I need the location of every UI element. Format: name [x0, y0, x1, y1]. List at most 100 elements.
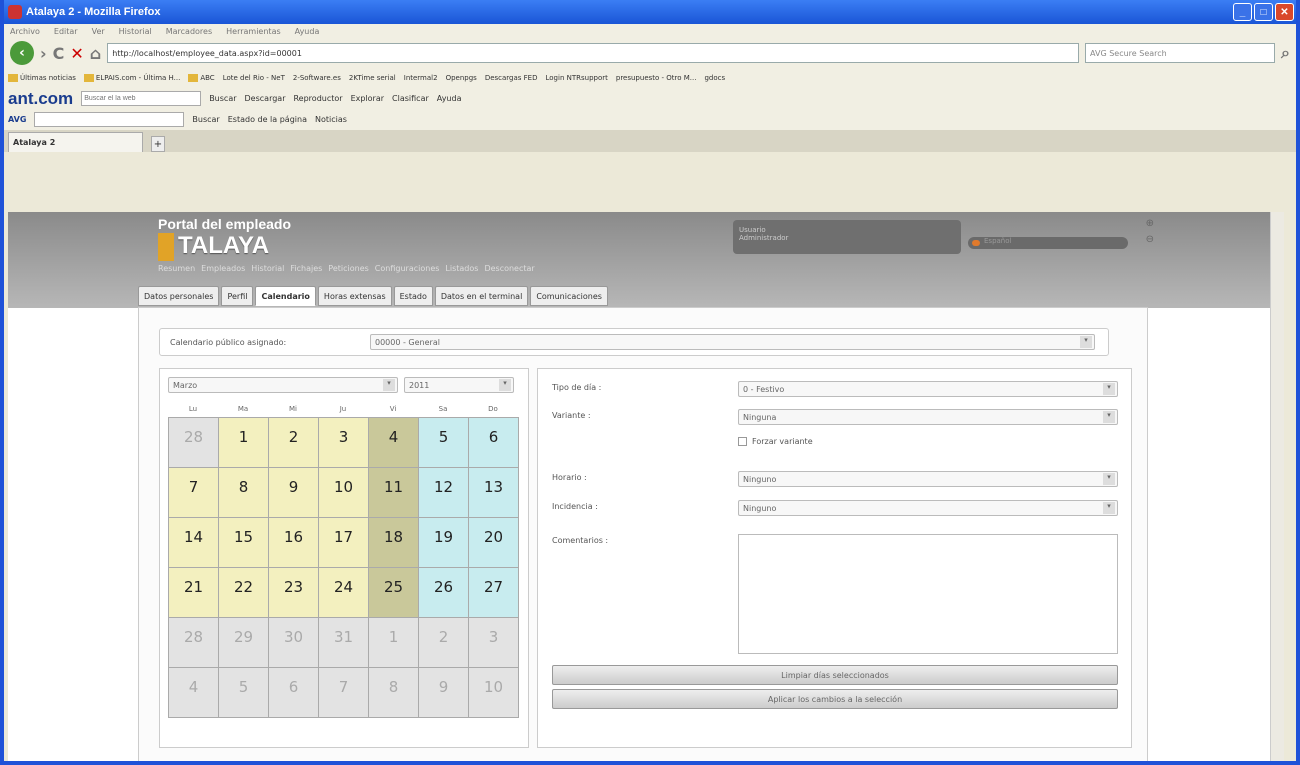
calendar-day-cell[interactable]: 25 — [369, 568, 419, 618]
calendar-day-cell[interactable]: 9 — [269, 468, 319, 518]
public-calendar-select[interactable]: 00000 - General — [370, 334, 1095, 350]
search-box[interactable]: AVG Secure Search — [1085, 43, 1276, 63]
ant-help-button[interactable]: Ayuda — [437, 94, 462, 103]
calendar-day-cell[interactable]: 1 — [369, 618, 419, 668]
bookmark-item[interactable]: 2-Software.es — [293, 74, 341, 82]
calendar-day-cell[interactable]: 8 — [369, 668, 419, 718]
calendar-day-cell[interactable]: 20 — [469, 518, 519, 568]
avg-page-status-button[interactable]: Estado de la página — [228, 115, 307, 124]
calendar-day-cell[interactable]: 4 — [369, 418, 419, 468]
ant-explore-button[interactable]: Explorar — [351, 94, 384, 103]
menu-edit[interactable]: Editar — [54, 27, 78, 36]
tab-terminal-data[interactable]: Datos en el terminal — [434, 286, 529, 306]
calendar-day-cell[interactable]: 28 — [169, 418, 219, 468]
year-select[interactable]: 2011 — [404, 377, 514, 393]
calendar-day-cell[interactable]: 7 — [319, 668, 369, 718]
url-bar[interactable]: http://localhost/employee_data.aspx?id=0… — [107, 43, 1080, 63]
calendar-day-cell[interactable]: 1 — [219, 418, 269, 468]
incidence-select[interactable]: Ninguno — [738, 500, 1118, 516]
calendar-day-cell[interactable]: 13 — [469, 468, 519, 518]
home-icon[interactable]: ⌂ — [90, 44, 101, 63]
bookmark-item[interactable]: 2KTime serial — [349, 74, 396, 82]
month-select[interactable]: Marzo — [168, 377, 398, 393]
calendar-day-cell[interactable]: 3 — [469, 618, 519, 668]
calendar-day-cell[interactable]: 31 — [319, 618, 369, 668]
calendar-day-cell[interactable]: 6 — [469, 418, 519, 468]
nav-requests[interactable]: Peticiones — [328, 264, 369, 273]
calendar-day-cell[interactable]: 2 — [269, 418, 319, 468]
stop-icon[interactable]: ✕ — [70, 44, 83, 63]
schedule-select[interactable]: Ninguno — [738, 471, 1118, 487]
calendar-day-cell[interactable]: 19 — [419, 518, 469, 568]
apply-changes-button[interactable]: Aplicar los cambios a la selección — [552, 689, 1118, 709]
close-button[interactable]: ✕ — [1275, 3, 1294, 21]
bookmark-item[interactable]: Descargas FED — [485, 74, 538, 82]
calendar-day-cell[interactable]: 9 — [419, 668, 469, 718]
nav-clockings[interactable]: Fichajes — [290, 264, 322, 273]
menu-history[interactable]: Historial — [119, 27, 152, 36]
tab-calendar[interactable]: Calendario — [255, 286, 316, 306]
calendar-day-cell[interactable]: 15 — [219, 518, 269, 568]
forward-icon[interactable]: › — [40, 44, 47, 63]
calendar-day-cell[interactable]: 12 — [419, 468, 469, 518]
nav-logout[interactable]: Desconectar — [484, 264, 534, 273]
calendar-day-cell[interactable]: 30 — [269, 618, 319, 668]
tab-status[interactable]: Estado — [393, 286, 433, 306]
calendar-day-cell[interactable]: 14 — [169, 518, 219, 568]
avg-search-button[interactable]: Buscar — [192, 115, 219, 124]
bookmark-item[interactable]: Openpgs — [446, 74, 477, 82]
bookmark-item[interactable]: gdocs — [704, 74, 725, 82]
calendar-day-cell[interactable]: 26 — [419, 568, 469, 618]
bookmark-item[interactable]: Intermal2 — [404, 74, 438, 82]
zoom-in-icon[interactable]: ⊕ — [1146, 218, 1154, 229]
tab-extended-hours[interactable]: Horas extensas — [317, 286, 392, 306]
calendar-day-cell[interactable]: 24 — [319, 568, 369, 618]
search-icon[interactable]: ⌕ — [1281, 43, 1290, 63]
vertical-scrollbar[interactable] — [1270, 212, 1284, 761]
maximize-button[interactable]: □ — [1254, 3, 1273, 21]
clear-selection-button[interactable]: Limpiar días seleccionados — [552, 665, 1118, 685]
back-icon[interactable]: ‹ — [10, 41, 34, 65]
avg-news-button[interactable]: Noticias — [315, 115, 347, 124]
browser-tab[interactable]: Atalaya 2 — [8, 132, 143, 152]
menu-help[interactable]: Ayuda — [295, 27, 320, 36]
nav-history[interactable]: Historial — [251, 264, 284, 273]
calendar-day-cell[interactable]: 16 — [269, 518, 319, 568]
calendar-day-cell[interactable]: 3 — [319, 418, 369, 468]
calendar-day-cell[interactable]: 10 — [469, 668, 519, 718]
calendar-day-cell[interactable]: 5 — [419, 418, 469, 468]
language-selector[interactable]: Español — [968, 237, 1128, 249]
calendar-day-cell[interactable]: 17 — [319, 518, 369, 568]
ant-player-button[interactable]: Reproductor — [293, 94, 342, 103]
calendar-day-cell[interactable]: 2 — [419, 618, 469, 668]
comments-textarea[interactable] — [738, 534, 1118, 654]
calendar-day-cell[interactable]: 29 — [219, 618, 269, 668]
calendar-day-cell[interactable]: 4 — [169, 668, 219, 718]
minimize-button[interactable]: _ — [1233, 3, 1252, 21]
menu-tools[interactable]: Herramientas — [226, 27, 281, 36]
menu-file[interactable]: Archivo — [10, 27, 40, 36]
new-tab-button[interactable]: + — [151, 136, 165, 152]
bookmark-item[interactable]: Lote del Rio - NeT — [223, 74, 285, 82]
calendar-day-cell[interactable]: 10 — [319, 468, 369, 518]
ant-rate-button[interactable]: Clasificar — [392, 94, 429, 103]
force-variant-checkbox[interactable] — [738, 437, 747, 446]
ant-search-button[interactable]: Buscar — [209, 94, 236, 103]
bookmark-item[interactable]: ABC — [188, 74, 215, 82]
zoom-out-icon[interactable]: ⊖ — [1146, 234, 1154, 245]
nav-settings[interactable]: Configuraciones — [375, 264, 440, 273]
calendar-day-cell[interactable]: 5 — [219, 668, 269, 718]
calendar-day-cell[interactable]: 21 — [169, 568, 219, 618]
ant-search-input[interactable] — [81, 91, 202, 106]
force-variant-row[interactable]: Forzar variante — [738, 437, 813, 446]
calendar-day-cell[interactable]: 23 — [269, 568, 319, 618]
tab-profile[interactable]: Perfil — [221, 286, 254, 306]
ant-download-button[interactable]: Descargar — [245, 94, 286, 103]
day-type-select[interactable]: 0 - Festivo — [738, 381, 1118, 397]
bookmark-item[interactable]: ELPAIS.com - Última H... — [83, 74, 180, 82]
variant-select[interactable]: Ninguna — [738, 409, 1118, 425]
calendar-day-cell[interactable]: 27 — [469, 568, 519, 618]
tab-communications[interactable]: Comunicaciones — [530, 286, 608, 306]
nav-employees[interactable]: Empleados — [201, 264, 245, 273]
nav-listings[interactable]: Listados — [445, 264, 478, 273]
